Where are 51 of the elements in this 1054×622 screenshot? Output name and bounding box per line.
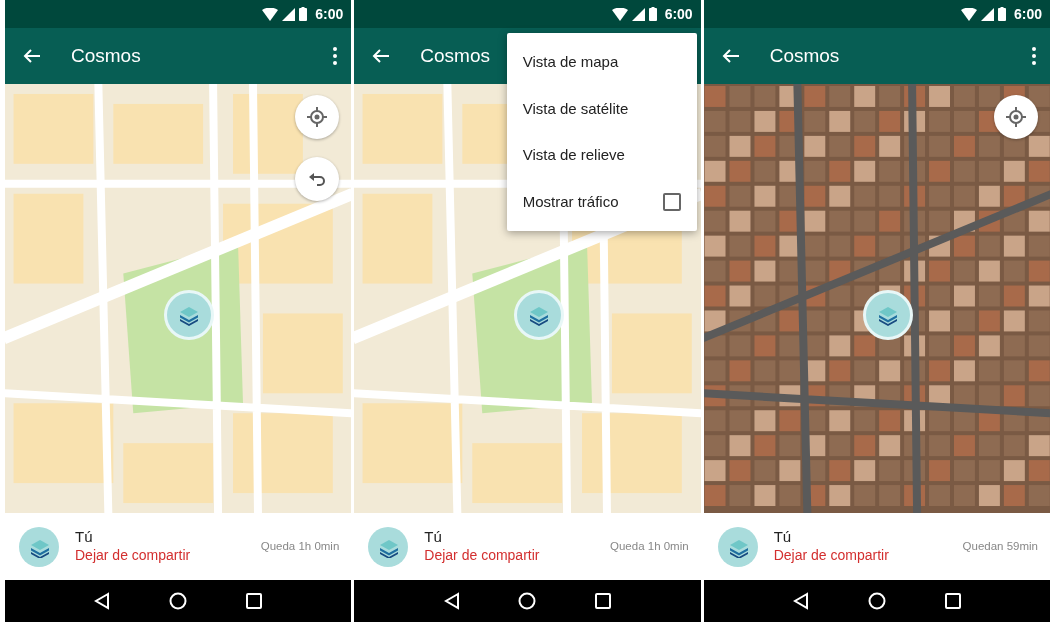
menu-item-label: Mostrar tráfico xyxy=(522,191,619,212)
time-remaining: Quedan 59min xyxy=(962,538,1038,554)
clock-time: 6:00 xyxy=(664,4,693,24)
back-button[interactable] xyxy=(372,48,391,64)
signal-icon xyxy=(282,7,296,21)
recents-square-icon[interactable] xyxy=(245,593,262,609)
back-arrow-icon xyxy=(721,48,740,64)
back-arrow-icon xyxy=(372,48,391,64)
crosshair-icon xyxy=(1006,107,1026,127)
clock-time: 6:00 xyxy=(1013,4,1042,24)
more-options-button[interactable] xyxy=(333,47,338,65)
user-name: Tú xyxy=(75,528,94,547)
back-button[interactable] xyxy=(721,48,740,64)
back-triangle-icon[interactable] xyxy=(443,592,460,610)
clock-time: 6:00 xyxy=(315,4,344,24)
battery-icon xyxy=(299,7,308,21)
home-circle-icon[interactable] xyxy=(518,592,537,610)
back-button[interactable] xyxy=(23,48,41,64)
stop-sharing-link[interactable]: Dejar de compartir xyxy=(773,546,889,565)
wifi-icon xyxy=(611,7,628,21)
crosshair-icon xyxy=(307,107,328,127)
wifi-icon xyxy=(262,7,279,21)
battery-icon xyxy=(648,7,657,21)
home-circle-icon[interactable] xyxy=(867,592,886,610)
more-options-icon xyxy=(1032,47,1036,65)
stop-sharing-link[interactable]: Dejar de compartir xyxy=(424,546,540,565)
menu-item[interactable]: Vista de mapa xyxy=(506,39,697,86)
undo-arrow-icon xyxy=(308,171,327,187)
app-title: Cosmos xyxy=(420,43,490,68)
recents-square-icon[interactable] xyxy=(944,593,961,609)
time-remaining: Queda 1h 0min xyxy=(260,538,340,554)
more-options-icon xyxy=(333,47,338,65)
recents-square-icon[interactable] xyxy=(595,593,612,609)
back-arrow-icon xyxy=(23,48,41,64)
time-remaining: Queda 1h 0min xyxy=(610,538,689,554)
user-name: Tú xyxy=(424,528,443,547)
menu-item[interactable]: Vista de relieve xyxy=(506,132,697,179)
menu-item[interactable]: Vista de satélite xyxy=(506,85,697,132)
stop-sharing-link[interactable]: Dejar de compartir xyxy=(75,546,191,565)
app-title: Cosmos xyxy=(71,43,141,68)
back-triangle-icon[interactable] xyxy=(94,592,111,610)
signal-icon xyxy=(631,7,645,21)
battery-icon xyxy=(997,7,1006,21)
more-options-button[interactable] xyxy=(1032,47,1036,65)
app-title: Cosmos xyxy=(769,43,840,68)
signal-icon xyxy=(980,7,994,21)
back-triangle-icon[interactable] xyxy=(793,592,810,610)
user-name: Tú xyxy=(773,528,793,547)
home-circle-icon[interactable] xyxy=(169,592,188,610)
checkbox[interactable] xyxy=(662,192,681,211)
wifi-icon xyxy=(960,7,977,21)
